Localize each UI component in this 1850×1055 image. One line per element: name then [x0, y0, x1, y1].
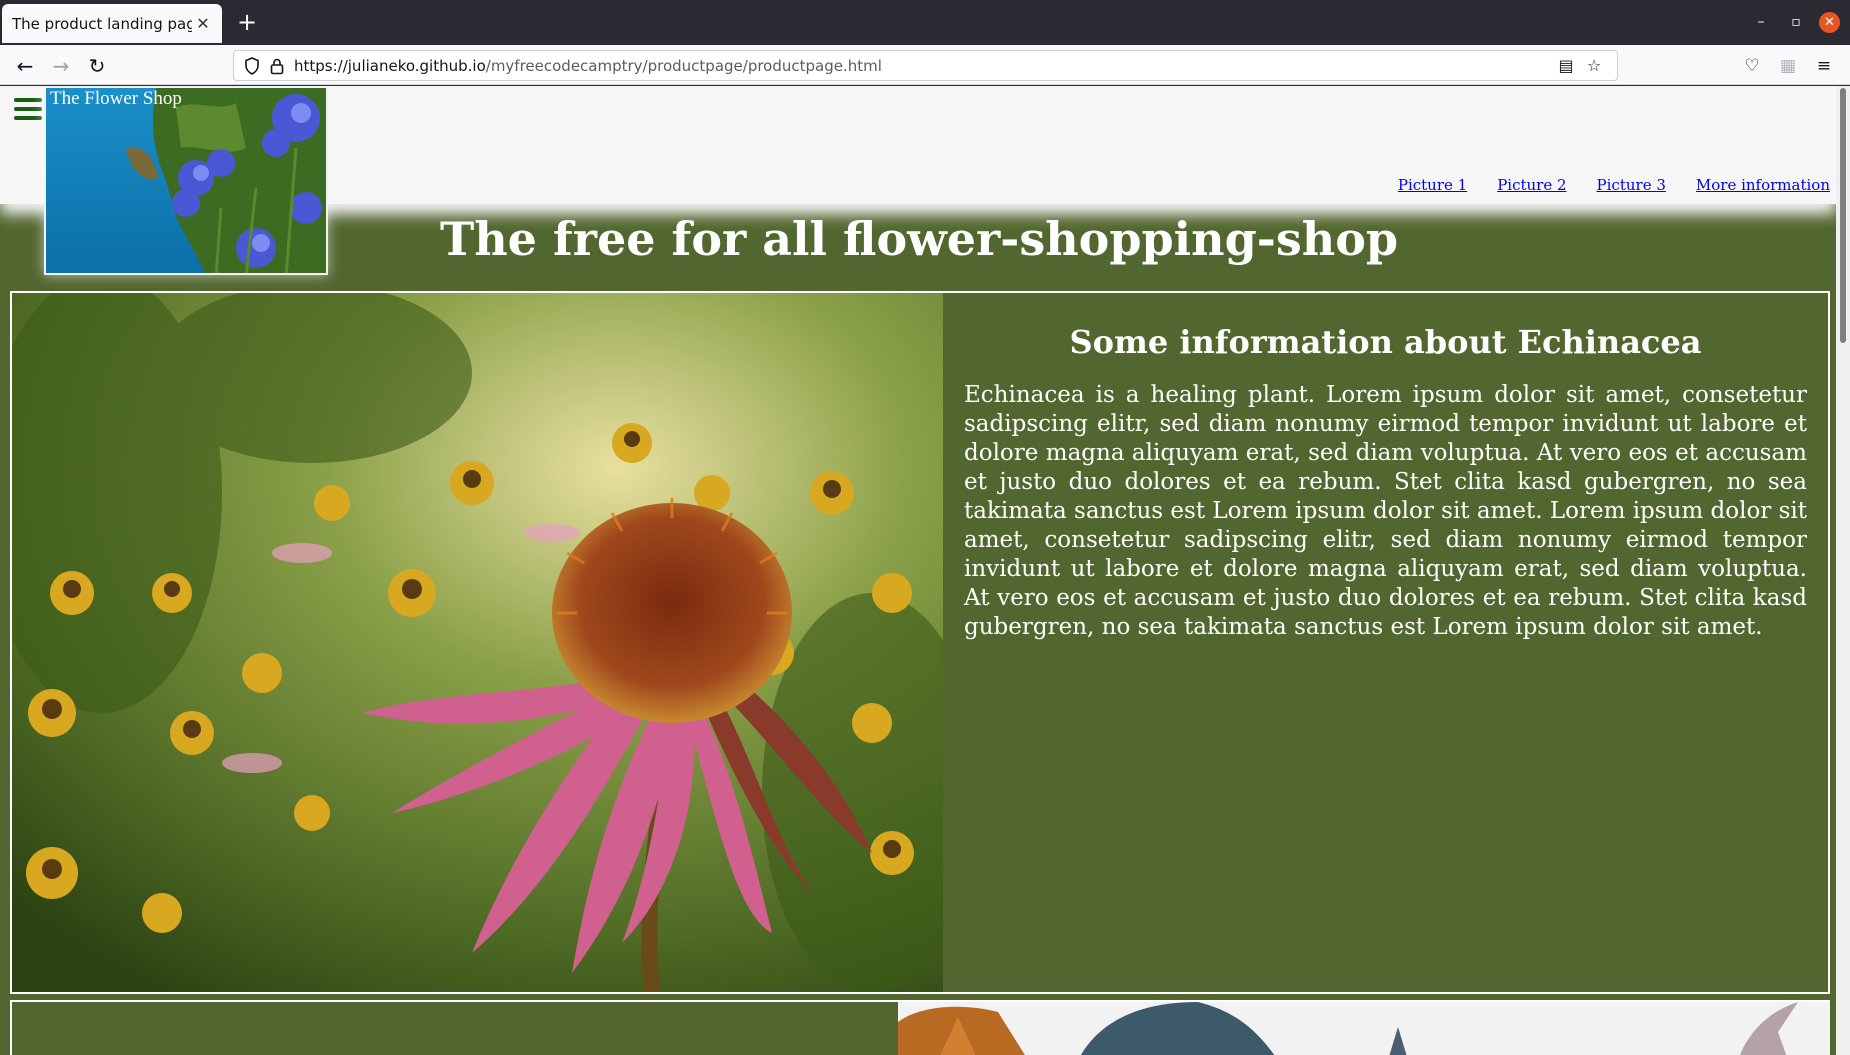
reload-icon[interactable]: ↻ [84, 53, 110, 79]
second-section [10, 1000, 1830, 1055]
menu-icon[interactable]: ≡ [1812, 54, 1836, 78]
extension-icon[interactable]: ▦ [1776, 54, 1800, 78]
reader-view-icon[interactable]: ▤ [1556, 56, 1576, 76]
close-window-button[interactable]: ✕ [1819, 12, 1840, 33]
logo-photo [46, 88, 326, 273]
nav-link-picture-3[interactable]: Picture 3 [1597, 176, 1666, 194]
bookmark-star-icon[interactable]: ☆ [1584, 56, 1604, 76]
info-heading: Some information about Echinacea [1069, 323, 1702, 361]
restore-button[interactable]: ▫ [1786, 12, 1806, 32]
close-tab-icon[interactable]: ✕ [192, 13, 214, 35]
trees-photo [898, 1002, 1830, 1055]
page-nav: Picture 1 Picture 2 Picture 3 More infor… [1398, 176, 1830, 194]
minimize-button[interactable]: – [1751, 12, 1771, 32]
info-panel: Some information about Echinacea Echinac… [964, 323, 1807, 642]
lock-icon[interactable] [270, 57, 284, 75]
info-text: Echinacea is a healing plant. Lorem ipsu… [964, 382, 1807, 640]
nav-link-picture-2[interactable]: Picture 2 [1497, 176, 1566, 194]
url-path: /myfreecodecamptry/productpage/productpa… [485, 57, 882, 75]
url-text[interactable]: https://julianeko.github.io/myfreecodeca… [294, 57, 882, 75]
url-domain: https://julianeko.github.io [294, 57, 486, 75]
new-tab-button[interactable]: + [234, 10, 260, 36]
back-arrow-icon[interactable]: ← [12, 53, 38, 79]
echinacea-photo [12, 293, 943, 992]
logo-image: The Flower Shop [44, 86, 328, 275]
address-bar[interactable]: https://julianeko.github.io/myfreecodeca… [233, 50, 1618, 81]
browser-toolbar: ← → ↻ https://julianeko.github.io/myfree… [0, 45, 1850, 85]
browser-tab-bar: The product landing page ✕ + – ▫ ✕ [0, 0, 1850, 45]
nav-link-picture-1[interactable]: Picture 1 [1398, 176, 1467, 194]
page-title: The free for all flower-shopping-shop [440, 212, 1399, 266]
browser-tab[interactable]: The product landing page ✕ [2, 4, 222, 43]
second-section-text-panel [12, 1002, 896, 1055]
shield-icon[interactable] [244, 57, 260, 75]
second-section-image [898, 1002, 1830, 1055]
nav-link-more-information[interactable]: More information [1696, 176, 1830, 194]
scrollbar-thumb[interactable] [1840, 88, 1846, 343]
logo-caption: The Flower Shop [50, 88, 182, 109]
tab-title: The product landing page [12, 14, 192, 33]
main-section: Some information about Echinacea Echinac… [10, 291, 1830, 994]
pocket-icon[interactable]: ♡ [1740, 54, 1764, 78]
forward-arrow-icon[interactable]: → [48, 53, 74, 79]
page-viewport: Picture 1 Picture 2 Picture 3 More infor… [0, 86, 1850, 1055]
page-scrollbar[interactable] [1836, 86, 1850, 1055]
echinacea-image [12, 293, 943, 992]
hamburger-menu-icon[interactable] [14, 98, 42, 122]
